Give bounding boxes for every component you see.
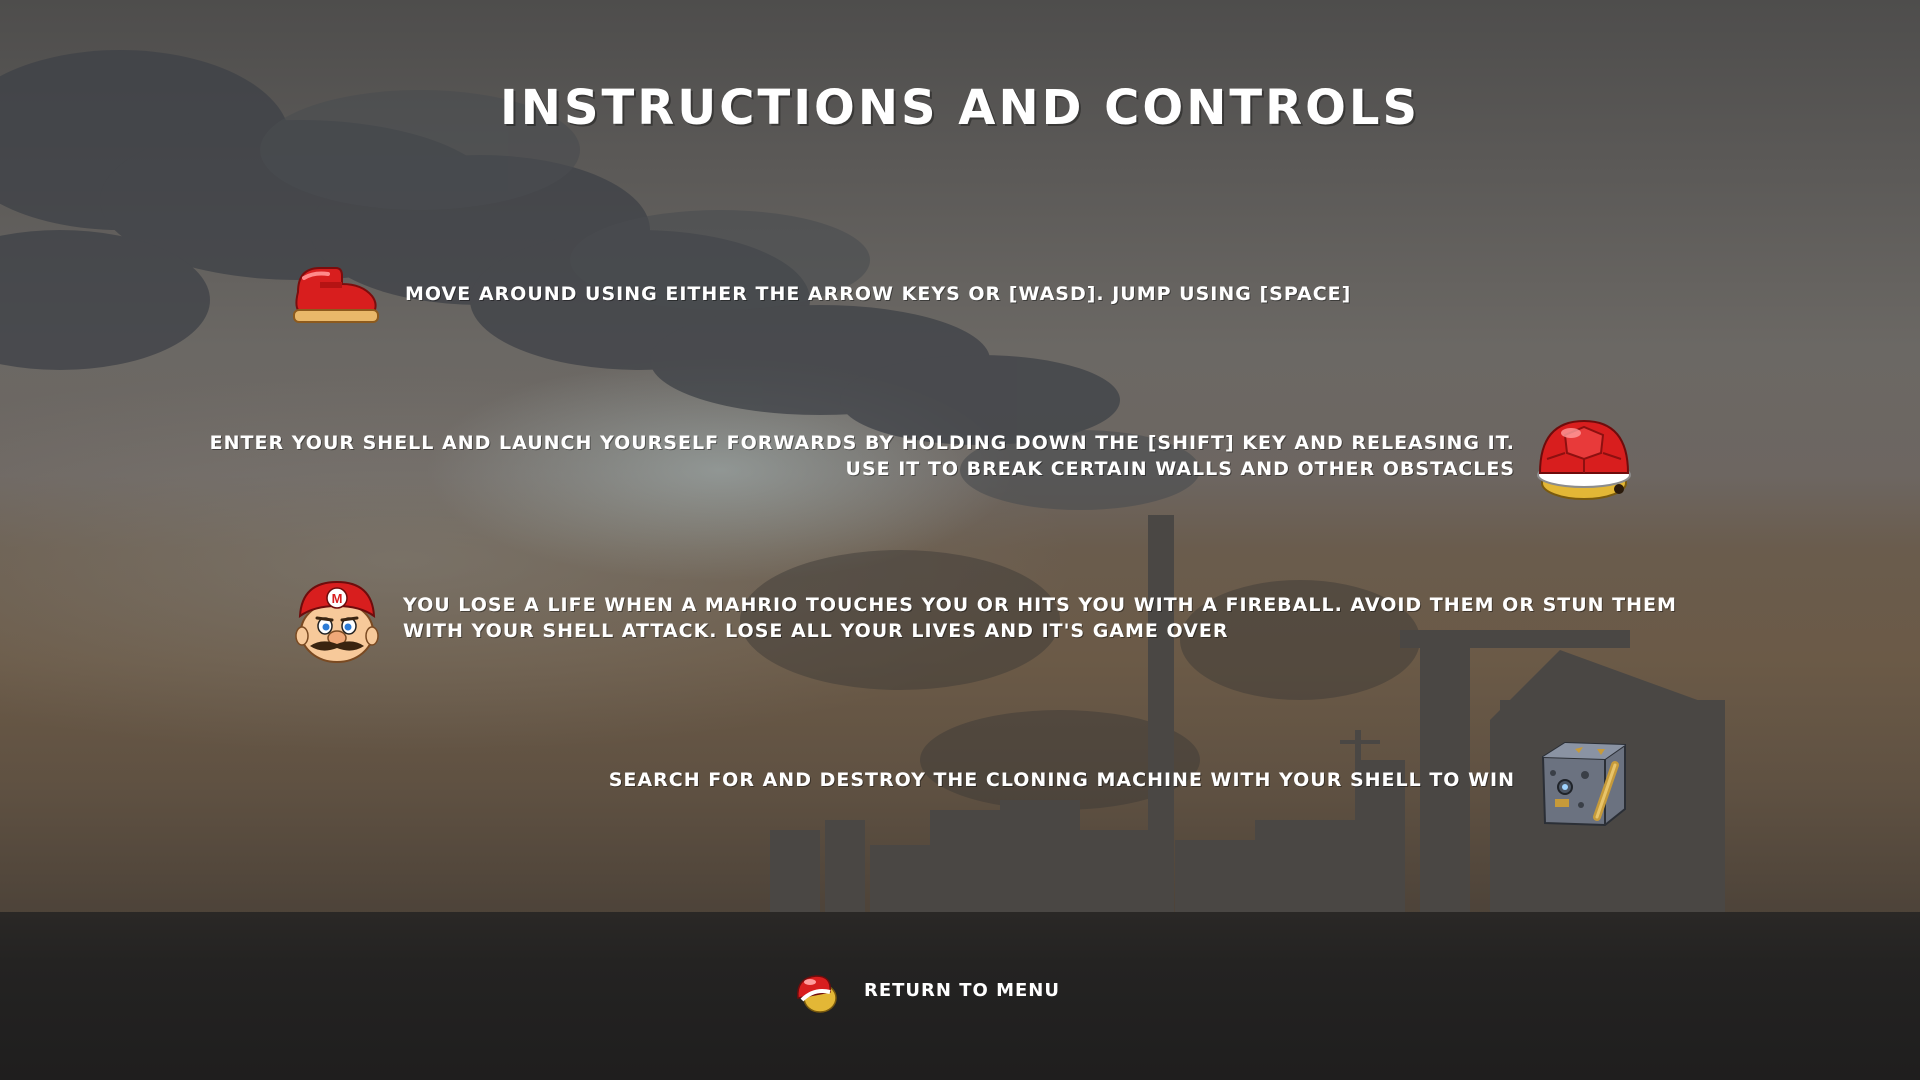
instruction-line: You lose a life when a Mahrio touches yo… [403, 594, 1677, 616]
shell-instruction: Enter your shell and launch yourself for… [210, 430, 1515, 482]
boot-icon [290, 262, 380, 332]
instruction-line: Search for and destroy the cloning machi… [608, 769, 1515, 791]
svg-text:M: M [332, 591, 343, 606]
instruction-line: Use it to break certain walls and other … [845, 458, 1515, 480]
life-instruction: You lose a life when a Mahrio touches yo… [403, 592, 1677, 644]
instruction-line: with your shell attack. Lose all your li… [403, 620, 1229, 642]
mario-face-icon: M [290, 576, 384, 668]
instruction-line: Move around using either the arrow keys … [405, 283, 1352, 305]
cloning-machine-icon [1535, 735, 1633, 835]
return-to-menu-label[interactable]: Return to Menu [864, 980, 1060, 1001]
page-title: Instructions and Controls [499, 80, 1421, 136]
movement-instruction: Move around using either the arrow keys … [405, 281, 1351, 307]
instructions-screen: Instructions and Controls Move around us… [0, 0, 1920, 1080]
red-shell-icon [1535, 415, 1633, 507]
instruction-line: Enter your shell and launch yourself for… [209, 432, 1515, 454]
goal-instruction: Search for and destroy the cloning machi… [609, 767, 1515, 793]
